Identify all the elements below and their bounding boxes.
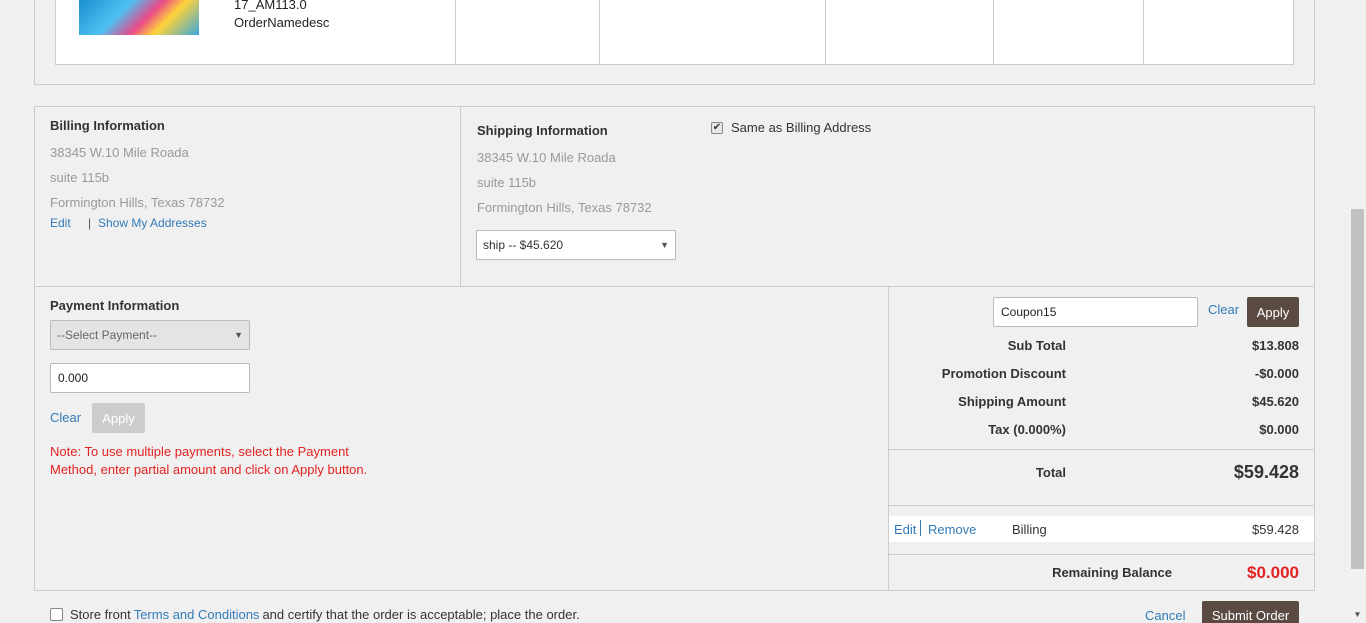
- billing-address-line1: 38345 W.10 Mile Roada: [50, 145, 189, 160]
- summary-divider: [889, 505, 1314, 506]
- applied-payment-method: Billing: [1012, 522, 1047, 537]
- same-as-billing-label[interactable]: Same as Billing Address: [731, 120, 871, 135]
- billing-title: Billing Information: [50, 118, 165, 133]
- payment-clear-link[interactable]: Clear: [50, 410, 81, 425]
- remaining-balance-label: Remaining Balance: [1052, 565, 1172, 580]
- shipping-method-value: ship -- $45.620: [483, 238, 564, 252]
- multiple-payments-note: Note: To use multiple payments, select t…: [50, 444, 368, 477]
- shipping-method-select[interactable]: ship -- $45.620 ▼: [476, 230, 676, 260]
- table-column-divider: [993, 0, 994, 64]
- chevron-down-icon: ▼: [660, 240, 669, 250]
- shipping-address-line1: 38345 W.10 Mile Roada: [477, 150, 616, 165]
- scrollbar-thumb[interactable]: [1351, 209, 1364, 569]
- shipping-amount-value: $45.620: [1252, 394, 1299, 409]
- address-panel-divider: [460, 107, 461, 287]
- coupon-input[interactable]: Coupon15: [993, 297, 1198, 327]
- payment-edit-link[interactable]: Edit: [894, 522, 916, 537]
- subtotal-value: $13.808: [1252, 338, 1299, 353]
- shipping-amount-label: Shipping Amount: [958, 394, 1066, 409]
- tax-label: Tax (0.000%): [988, 422, 1066, 437]
- cancel-link[interactable]: Cancel: [1145, 608, 1185, 623]
- coupon-apply-button[interactable]: Apply: [1247, 297, 1299, 327]
- terms-suffix: and certify that the order is acceptable…: [262, 607, 580, 622]
- payment-title: Payment Information: [50, 298, 180, 313]
- applied-payment-amount: $59.428: [1252, 522, 1299, 537]
- product-thumbnail[interactable]: [79, 0, 199, 35]
- summary-divider: [889, 449, 1314, 450]
- table-column-divider: [599, 0, 600, 64]
- payment-apply-button[interactable]: Apply: [92, 403, 145, 433]
- same-as-billing-checkbox[interactable]: ✔: [711, 122, 723, 134]
- terms-link[interactable]: Terms and Conditions: [134, 607, 260, 622]
- table-column-divider: [1143, 0, 1144, 64]
- billing-address-line2: suite 115b: [50, 170, 110, 185]
- shipping-address-line2: suite 115b: [477, 175, 537, 190]
- promo-discount-label: Promotion Discount: [941, 366, 1066, 381]
- terms-agreement: Store front Terms and Conditions and cer…: [50, 607, 580, 622]
- billing-edit-link[interactable]: Edit: [50, 216, 71, 230]
- order-summary-panel: [888, 286, 1315, 591]
- product-description: OrderNamedesc: [234, 15, 330, 30]
- payment-amount-input[interactable]: 0.000: [50, 363, 250, 393]
- remaining-balance-value: $0.000: [1247, 563, 1299, 582]
- tax-value: $0.000: [1259, 422, 1299, 437]
- submit-order-button[interactable]: Submit Order: [1202, 601, 1299, 623]
- summary-divider: [889, 554, 1314, 555]
- chevron-down-icon: ▼: [234, 330, 243, 340]
- footer-divider: [34, 590, 1315, 591]
- link-separator: [920, 520, 921, 536]
- show-my-addresses-link[interactable]: Show My Addresses: [98, 216, 207, 230]
- total-label: Total: [1035, 465, 1066, 480]
- total-value: $59.428: [1233, 462, 1299, 482]
- terms-prefix: Store front: [70, 607, 131, 622]
- table-column-divider: [825, 0, 826, 64]
- payment-method-select[interactable]: --Select Payment-- ▼: [50, 320, 250, 350]
- shipping-title: Shipping Information: [477, 123, 608, 138]
- product-code: 17_AM113.0: [234, 0, 307, 12]
- subtotal-label: Sub Total: [1007, 338, 1066, 353]
- table-column-divider: [455, 0, 456, 64]
- payment-remove-link[interactable]: Remove: [928, 522, 976, 537]
- promo-discount-value: -$0.000: [1254, 366, 1299, 381]
- scroll-down-arrow-icon[interactable]: ▼: [1349, 606, 1366, 623]
- shipping-city-state-zip: Formington Hills, Texas 78732: [477, 200, 652, 215]
- billing-city-state-zip: Formington Hills, Texas 78732: [50, 195, 225, 210]
- coupon-clear-link[interactable]: Clear: [1208, 302, 1239, 317]
- link-separator: |: [88, 216, 92, 230]
- terms-checkbox[interactable]: [50, 608, 63, 621]
- payment-method-value: --Select Payment--: [57, 328, 158, 342]
